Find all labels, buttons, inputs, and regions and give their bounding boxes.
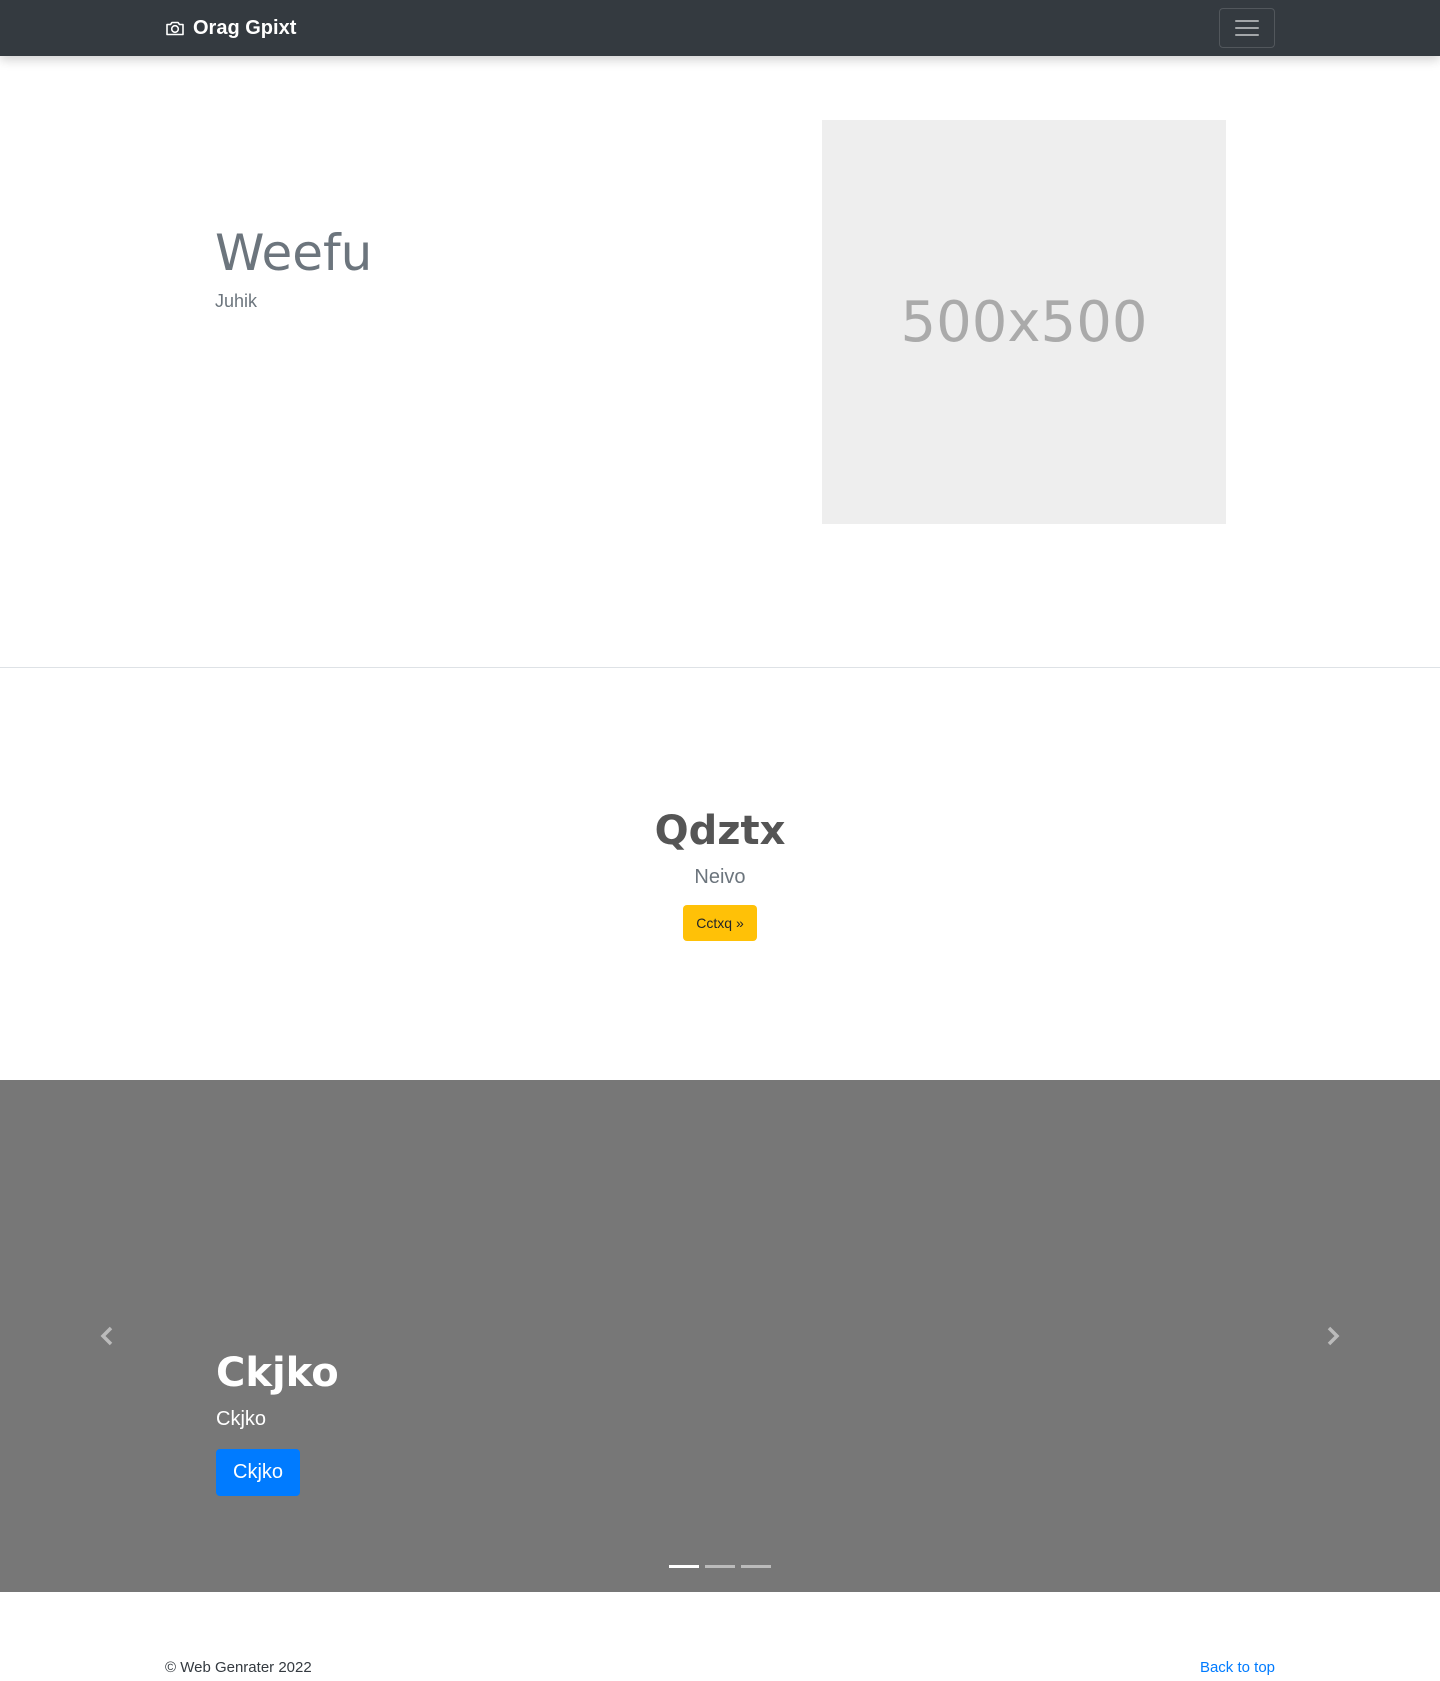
callout-button[interactable]: Cctxq » <box>683 904 757 941</box>
caption-button[interactable]: Ckjko <box>216 1449 301 1496</box>
carousel-indicator-3[interactable] <box>741 1565 771 1568</box>
carousel-caption: Ckjko Ckjko Ckjko <box>216 1350 339 1496</box>
caption-subtitle: Ckjko <box>216 1408 267 1430</box>
carousel-indicator-1[interactable] <box>669 1565 699 1568</box>
chevron-left-icon <box>100 1326 113 1346</box>
callout-title: Qdztx <box>654 807 786 854</box>
callout-section: Qdztx Neivo Cctxq » <box>0 668 1440 1080</box>
callout-subtitle: Neivo <box>694 865 746 888</box>
brand-link[interactable]: Orag Gpixt <box>165 0 296 56</box>
hero-subtitle: Juhik <box>215 291 258 311</box>
carousel-indicators <box>0 1565 1440 1568</box>
carousel: Ckjko Ckjko Ckjko <box>0 1080 1440 1592</box>
copyright-text: © Web Genrater 2022 <box>165 1659 312 1676</box>
footer: © Web Genrater 2022 Back to top <box>0 1592 1440 1681</box>
camera-icon <box>166 21 184 36</box>
carousel-prev-button[interactable] <box>0 1080 216 1592</box>
hero-image-placeholder: 500x500 <box>822 120 1226 524</box>
hero-section: Weefu Juhik 500x500 <box>0 56 1440 668</box>
chevron-right-icon <box>1327 1326 1340 1346</box>
carousel-indicator-2[interactable] <box>705 1565 735 1568</box>
hamburger-icon <box>1235 20 1259 36</box>
caption-title: Ckjko <box>216 1350 339 1396</box>
navbar-toggle-button[interactable] <box>1219 8 1275 48</box>
placeholder-label: 500x500 <box>900 289 1148 355</box>
hero-text: Weefu Juhik <box>215 226 372 312</box>
hero-title: Weefu <box>215 224 373 282</box>
carousel-next-button[interactable] <box>1224 1080 1440 1592</box>
navbar: Orag Gpixt <box>0 0 1440 56</box>
back-to-top-link[interactable]: Back to top <box>1200 1659 1275 1676</box>
brand-name: Orag Gpixt <box>193 16 297 39</box>
